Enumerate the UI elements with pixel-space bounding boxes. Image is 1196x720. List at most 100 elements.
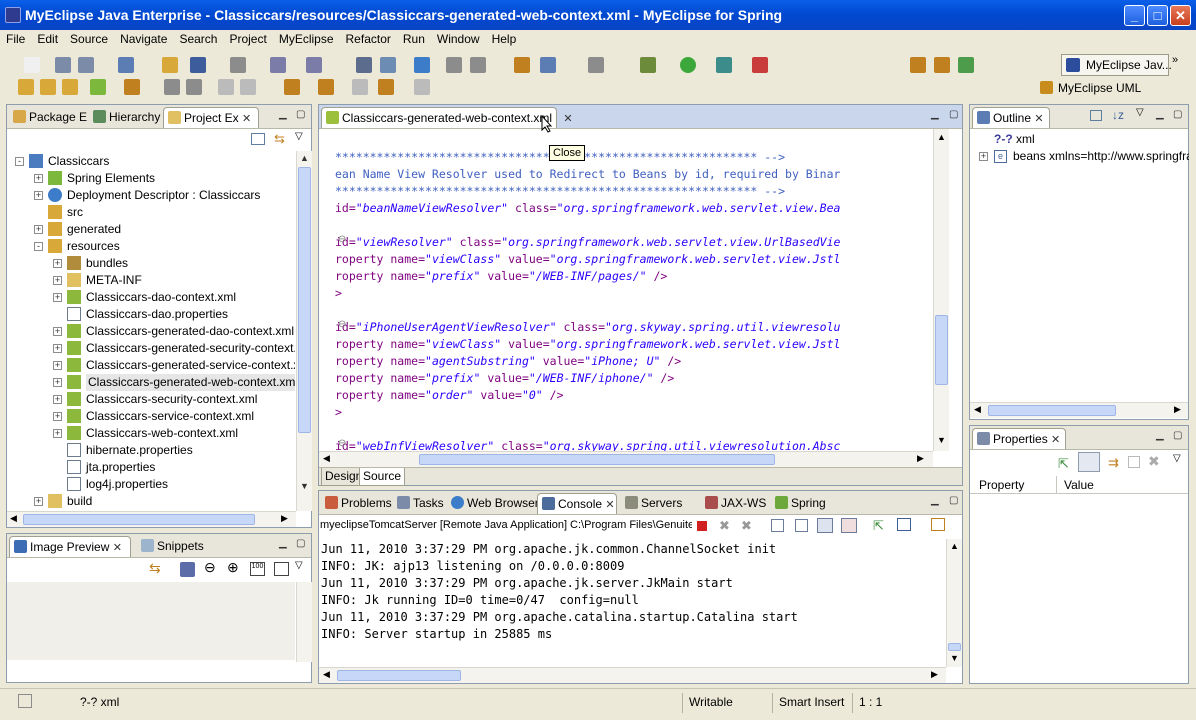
close-tab-icon[interactable]: ✕ <box>563 113 572 125</box>
tree-item[interactable]: Classiccars-generated-service-context.xm… <box>86 357 295 374</box>
tab-snippets[interactable]: Snippets <box>137 536 217 557</box>
toolbar-button-icon[interactable] <box>62 79 78 95</box>
toolbar-button-icon[interactable] <box>934 57 950 73</box>
toolbar-button-icon[interactable] <box>90 79 106 95</box>
scroll-down-icon[interactable]: ▼ <box>950 653 959 663</box>
clear-console-icon[interactable] <box>771 519 784 532</box>
toolbar-button-icon[interactable] <box>414 57 430 73</box>
tree-vertical-scrollbar[interactable]: ▼ ▲ <box>296 151 312 511</box>
maximize-view-icon[interactable]: ▢ <box>1173 109 1182 120</box>
tree-item[interactable]: Classiccars-generated-dao-context.xml <box>86 323 294 340</box>
pin-icon[interactable]: ⇱ <box>1058 456 1069 472</box>
tree-item[interactable]: hibernate.properties <box>86 442 193 459</box>
remove-icon[interactable]: ✖ <box>1148 453 1160 470</box>
expand-icon[interactable]: + <box>34 225 43 234</box>
fold-marker-icon[interactable]: ⊖ <box>338 438 346 449</box>
editor-horizontal-scrollbar[interactable]: ◀ ▶ <box>319 451 933 467</box>
toolbar-button-icon[interactable] <box>230 57 246 73</box>
console-horizontal-scrollbar[interactable]: ◀ ▶ <box>319 667 946 683</box>
scroll-up-icon[interactable]: ▲ <box>937 132 946 142</box>
expand-icon[interactable]: + <box>53 344 62 353</box>
scroll-thumb[interactable] <box>23 514 255 525</box>
toolbar-button-icon[interactable] <box>910 57 926 73</box>
fold-marker-icon[interactable]: ⊖ <box>338 319 346 330</box>
tab-console[interactable]: Console ✕ <box>537 493 617 514</box>
pin-console-icon[interactable]: ⇱ <box>873 518 884 534</box>
maximize-view-icon[interactable]: ▢ <box>296 538 305 549</box>
remove-launch-icon[interactable]: ✖ <box>719 518 730 534</box>
tab-spring[interactable]: Spring <box>771 493 827 514</box>
close-tab-icon[interactable]: ✕ <box>1051 434 1060 446</box>
show-on-stderr-icon[interactable] <box>841 518 857 533</box>
tree-item[interactable]: Classiccars-web-context.xml <box>86 425 238 442</box>
toolbar-button-icon[interactable] <box>958 57 974 73</box>
toolbar-button-icon[interactable] <box>352 79 368 95</box>
view-menu-icon[interactable]: ▽ <box>295 560 303 571</box>
menu-edit[interactable]: Edit <box>31 30 64 48</box>
scroll-up-icon[interactable]: ▲ <box>950 541 959 551</box>
toolbar-button-icon[interactable] <box>40 79 56 95</box>
toolbar-button-icon[interactable] <box>124 79 140 95</box>
collapse-all-icon[interactable] <box>251 133 265 145</box>
fit-window-icon[interactable] <box>274 562 289 576</box>
toolbar-button-icon[interactable] <box>306 57 322 73</box>
menu-file[interactable]: File <box>0 30 31 48</box>
restore-default-icon[interactable] <box>1128 456 1140 468</box>
tree-item[interactable]: Classiccars-generated-web-context.xml <box>86 374 295 391</box>
toolbar-button-icon[interactable] <box>752 57 768 73</box>
close-window-button[interactable]: ✕ <box>1170 5 1191 26</box>
toolbar-button-icon[interactable] <box>356 57 372 73</box>
toolbar-button-icon[interactable] <box>470 57 486 73</box>
tree-item[interactable]: bundles <box>86 255 128 272</box>
toolbar-button-icon[interactable] <box>164 79 180 95</box>
expand-icon[interactable]: + <box>34 191 43 200</box>
toolbar-button-icon[interactable] <box>78 57 94 73</box>
toolbar-button-icon[interactable] <box>588 57 604 73</box>
minimize-view-icon[interactable]: ▁ <box>931 109 939 120</box>
scroll-thumb[interactable] <box>988 405 1116 416</box>
toolbar-button-icon[interactable] <box>640 57 656 73</box>
scroll-right-icon[interactable]: ▶ <box>281 513 288 524</box>
sync-icon[interactable]: ⇆ <box>149 560 161 577</box>
perspective-myeclipse-uml[interactable]: MyEclipse UML <box>1040 79 1141 97</box>
scroll-thumb[interactable] <box>337 670 461 681</box>
close-tab-icon[interactable]: ✕ <box>605 499 614 511</box>
toolbar-button-icon[interactable] <box>190 57 206 73</box>
expand-icon[interactable]: + <box>34 174 43 183</box>
remove-all-icon[interactable]: ✖ <box>741 518 752 534</box>
maximize-view-icon[interactable]: ▢ <box>949 109 958 120</box>
perspective-myeclipse-java[interactable]: MyEclipse Jav... <box>1061 54 1172 76</box>
close-tab-icon[interactable]: ✕ <box>242 113 251 125</box>
console-vertical-scrollbar[interactable]: ▲ ▼ <box>946 539 962 667</box>
fit-image-icon[interactable] <box>180 562 195 577</box>
toolbar-button-icon[interactable] <box>240 79 256 95</box>
outline-horizontal-scrollbar[interactable]: ◀ ▶ <box>970 402 1188 418</box>
scroll-down-icon[interactable]: ▼ <box>937 435 946 445</box>
minimize-view-icon[interactable]: ▁ <box>931 495 939 506</box>
menu-myeclipse[interactable]: MyEclipse <box>273 30 340 48</box>
toolbar-button-icon[interactable] <box>680 57 696 73</box>
toolbar-button-icon[interactable] <box>514 57 530 73</box>
outline-item-xml[interactable]: ?-? xml <box>994 131 1035 148</box>
tab-package-explorer[interactable]: Package E <box>9 107 87 128</box>
editor-vertical-scrollbar[interactable]: ▲ ▼ <box>933 129 949 451</box>
column-value[interactable]: Value <box>1064 478 1094 492</box>
scroll-thumb[interactable] <box>298 167 311 433</box>
tab-jax-ws[interactable]: JAX-WS <box>701 493 767 514</box>
toolbar-button-icon[interactable] <box>270 57 286 73</box>
expand-icon[interactable]: + <box>53 395 62 404</box>
menu-window[interactable]: Window <box>431 30 486 48</box>
expand-icon[interactable]: + <box>53 327 62 336</box>
outline-item-beans[interactable]: beans xmlns=http://www.springfrar <box>1013 148 1189 165</box>
tree-item[interactable]: jta.properties <box>86 459 155 476</box>
expand-icon[interactable]: + <box>53 276 62 285</box>
tree-item[interactable]: log4j.properties <box>86 476 168 493</box>
tab-editor-file[interactable]: Classiccars-generated-web-context.xml ✕ <box>321 107 573 128</box>
tree-item[interactable]: build <box>67 493 92 510</box>
close-tab-icon[interactable]: ✕ <box>113 542 122 554</box>
minimize-view-icon[interactable]: ▁ <box>279 538 287 549</box>
preview-vertical-scrollbar[interactable] <box>296 582 312 662</box>
tree-item[interactable]: Classiccars-generated-security-context.x… <box>86 340 295 357</box>
actual-size-icon[interactable]: 100 <box>250 562 265 576</box>
tab-image-preview[interactable]: Image Preview ✕ <box>9 536 131 557</box>
